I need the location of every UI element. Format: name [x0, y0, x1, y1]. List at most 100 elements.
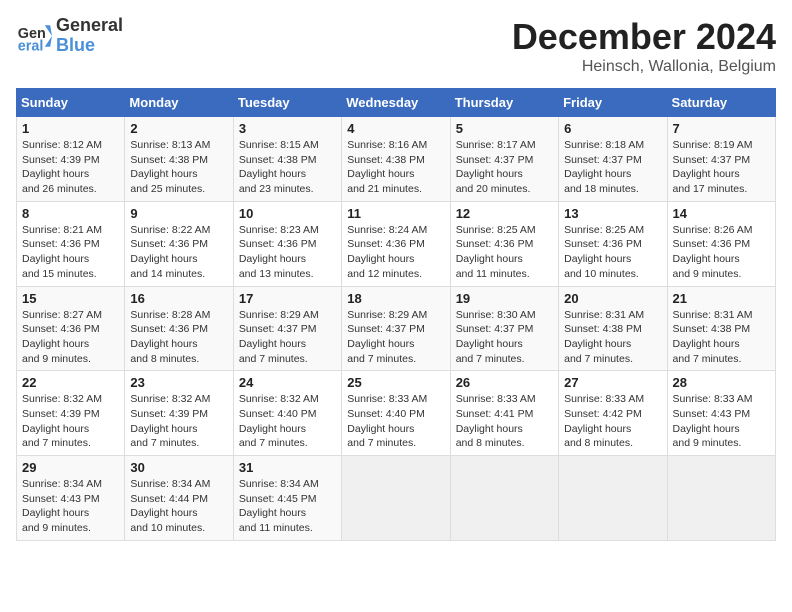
day-info: Sunrise: 8:32 AM Sunset: 4:39 PM Dayligh…	[130, 392, 227, 451]
day-info: Sunrise: 8:31 AM Sunset: 4:38 PM Dayligh…	[564, 308, 661, 367]
day-info: Sunrise: 8:28 AM Sunset: 4:36 PM Dayligh…	[130, 308, 227, 367]
logo-icon: Gen eral	[16, 18, 52, 54]
day-info: Sunrise: 8:16 AM Sunset: 4:38 PM Dayligh…	[347, 138, 444, 197]
day-number: 13	[564, 206, 661, 221]
day-info: Sunrise: 8:22 AM Sunset: 4:36 PM Dayligh…	[130, 223, 227, 282]
calendar-cell: 4 Sunrise: 8:16 AM Sunset: 4:38 PM Dayli…	[342, 117, 450, 202]
calendar-cell: 6 Sunrise: 8:18 AM Sunset: 4:37 PM Dayli…	[559, 117, 667, 202]
day-number: 23	[130, 375, 227, 390]
day-number: 29	[22, 460, 119, 475]
day-number: 11	[347, 206, 444, 221]
day-number: 30	[130, 460, 227, 475]
day-of-week-monday: Monday	[125, 89, 233, 117]
day-info: Sunrise: 8:25 AM Sunset: 4:36 PM Dayligh…	[456, 223, 553, 282]
calendar-cell: 31 Sunrise: 8:34 AM Sunset: 4:45 PM Dayl…	[233, 456, 341, 541]
calendar-cell: 29 Sunrise: 8:34 AM Sunset: 4:43 PM Dayl…	[17, 456, 125, 541]
calendar-cell: 19 Sunrise: 8:30 AM Sunset: 4:37 PM Dayl…	[450, 286, 558, 371]
calendar-table: SundayMondayTuesdayWednesdayThursdayFrid…	[16, 88, 776, 541]
day-info: Sunrise: 8:21 AM Sunset: 4:36 PM Dayligh…	[22, 223, 119, 282]
calendar-header-row: SundayMondayTuesdayWednesdayThursdayFrid…	[17, 89, 776, 117]
day-number: 10	[239, 206, 336, 221]
day-info: Sunrise: 8:33 AM Sunset: 4:42 PM Dayligh…	[564, 392, 661, 451]
calendar-cell: 16 Sunrise: 8:28 AM Sunset: 4:36 PM Dayl…	[125, 286, 233, 371]
day-number: 16	[130, 291, 227, 306]
calendar-cell: 26 Sunrise: 8:33 AM Sunset: 4:41 PM Dayl…	[450, 371, 558, 456]
calendar-week-5: 29 Sunrise: 8:34 AM Sunset: 4:43 PM Dayl…	[17, 456, 776, 541]
day-info: Sunrise: 8:29 AM Sunset: 4:37 PM Dayligh…	[239, 308, 336, 367]
day-number: 21	[673, 291, 770, 306]
svg-text:eral: eral	[18, 38, 44, 54]
day-of-week-friday: Friday	[559, 89, 667, 117]
day-number: 26	[456, 375, 553, 390]
calendar-cell: 5 Sunrise: 8:17 AM Sunset: 4:37 PM Dayli…	[450, 117, 558, 202]
calendar-cell: 1 Sunrise: 8:12 AM Sunset: 4:39 PM Dayli…	[17, 117, 125, 202]
calendar-cell: 7 Sunrise: 8:19 AM Sunset: 4:37 PM Dayli…	[667, 117, 775, 202]
day-number: 6	[564, 121, 661, 136]
calendar-cell: 21 Sunrise: 8:31 AM Sunset: 4:38 PM Dayl…	[667, 286, 775, 371]
calendar-body: 1 Sunrise: 8:12 AM Sunset: 4:39 PM Dayli…	[17, 117, 776, 541]
day-number: 28	[673, 375, 770, 390]
day-info: Sunrise: 8:32 AM Sunset: 4:40 PM Dayligh…	[239, 392, 336, 451]
day-number: 2	[130, 121, 227, 136]
day-info: Sunrise: 8:17 AM Sunset: 4:37 PM Dayligh…	[456, 138, 553, 197]
day-number: 14	[673, 206, 770, 221]
day-info: Sunrise: 8:33 AM Sunset: 4:43 PM Dayligh…	[673, 392, 770, 451]
day-of-week-sunday: Sunday	[17, 89, 125, 117]
day-number: 8	[22, 206, 119, 221]
day-info: Sunrise: 8:19 AM Sunset: 4:37 PM Dayligh…	[673, 138, 770, 197]
calendar-cell: 18 Sunrise: 8:29 AM Sunset: 4:37 PM Dayl…	[342, 286, 450, 371]
day-number: 4	[347, 121, 444, 136]
day-info: Sunrise: 8:33 AM Sunset: 4:41 PM Dayligh…	[456, 392, 553, 451]
day-info: Sunrise: 8:34 AM Sunset: 4:45 PM Dayligh…	[239, 477, 336, 536]
day-number: 19	[456, 291, 553, 306]
calendar-cell: 2 Sunrise: 8:13 AM Sunset: 4:38 PM Dayli…	[125, 117, 233, 202]
day-info: Sunrise: 8:18 AM Sunset: 4:37 PM Dayligh…	[564, 138, 661, 197]
calendar-cell: 27 Sunrise: 8:33 AM Sunset: 4:42 PM Dayl…	[559, 371, 667, 456]
calendar-week-4: 22 Sunrise: 8:32 AM Sunset: 4:39 PM Dayl…	[17, 371, 776, 456]
day-number: 27	[564, 375, 661, 390]
calendar-cell	[450, 456, 558, 541]
day-number: 3	[239, 121, 336, 136]
day-of-week-tuesday: Tuesday	[233, 89, 341, 117]
calendar-title: December 2024	[512, 16, 776, 58]
day-of-week-wednesday: Wednesday	[342, 89, 450, 117]
logo-text: General Blue	[56, 16, 123, 56]
calendar-week-3: 15 Sunrise: 8:27 AM Sunset: 4:36 PM Dayl…	[17, 286, 776, 371]
calendar-week-2: 8 Sunrise: 8:21 AM Sunset: 4:36 PM Dayli…	[17, 201, 776, 286]
calendar-cell: 13 Sunrise: 8:25 AM Sunset: 4:36 PM Dayl…	[559, 201, 667, 286]
day-of-week-saturday: Saturday	[667, 89, 775, 117]
day-number: 7	[673, 121, 770, 136]
day-info: Sunrise: 8:27 AM Sunset: 4:36 PM Dayligh…	[22, 308, 119, 367]
day-info: Sunrise: 8:33 AM Sunset: 4:40 PM Dayligh…	[347, 392, 444, 451]
calendar-cell: 3 Sunrise: 8:15 AM Sunset: 4:38 PM Dayli…	[233, 117, 341, 202]
calendar-cell: 22 Sunrise: 8:32 AM Sunset: 4:39 PM Dayl…	[17, 371, 125, 456]
calendar-cell: 17 Sunrise: 8:29 AM Sunset: 4:37 PM Dayl…	[233, 286, 341, 371]
day-number: 5	[456, 121, 553, 136]
day-number: 18	[347, 291, 444, 306]
calendar-cell: 30 Sunrise: 8:34 AM Sunset: 4:44 PM Dayl…	[125, 456, 233, 541]
title-block: December 2024 Heinsch, Wallonia, Belgium	[512, 16, 776, 76]
calendar-cell: 20 Sunrise: 8:31 AM Sunset: 4:38 PM Dayl…	[559, 286, 667, 371]
calendar-cell	[559, 456, 667, 541]
calendar-cell	[342, 456, 450, 541]
day-number: 1	[22, 121, 119, 136]
day-number: 9	[130, 206, 227, 221]
day-info: Sunrise: 8:12 AM Sunset: 4:39 PM Dayligh…	[22, 138, 119, 197]
day-number: 15	[22, 291, 119, 306]
calendar-cell: 9 Sunrise: 8:22 AM Sunset: 4:36 PM Dayli…	[125, 201, 233, 286]
calendar-week-1: 1 Sunrise: 8:12 AM Sunset: 4:39 PM Dayli…	[17, 117, 776, 202]
calendar-cell: 14 Sunrise: 8:26 AM Sunset: 4:36 PM Dayl…	[667, 201, 775, 286]
day-number: 17	[239, 291, 336, 306]
day-info: Sunrise: 8:25 AM Sunset: 4:36 PM Dayligh…	[564, 223, 661, 282]
day-number: 31	[239, 460, 336, 475]
logo: Gen eral General Blue	[16, 16, 123, 56]
calendar-cell: 11 Sunrise: 8:24 AM Sunset: 4:36 PM Dayl…	[342, 201, 450, 286]
day-info: Sunrise: 8:15 AM Sunset: 4:38 PM Dayligh…	[239, 138, 336, 197]
day-info: Sunrise: 8:23 AM Sunset: 4:36 PM Dayligh…	[239, 223, 336, 282]
day-info: Sunrise: 8:24 AM Sunset: 4:36 PM Dayligh…	[347, 223, 444, 282]
day-info: Sunrise: 8:26 AM Sunset: 4:36 PM Dayligh…	[673, 223, 770, 282]
calendar-cell	[667, 456, 775, 541]
day-number: 25	[347, 375, 444, 390]
day-info: Sunrise: 8:34 AM Sunset: 4:44 PM Dayligh…	[130, 477, 227, 536]
day-info: Sunrise: 8:32 AM Sunset: 4:39 PM Dayligh…	[22, 392, 119, 451]
